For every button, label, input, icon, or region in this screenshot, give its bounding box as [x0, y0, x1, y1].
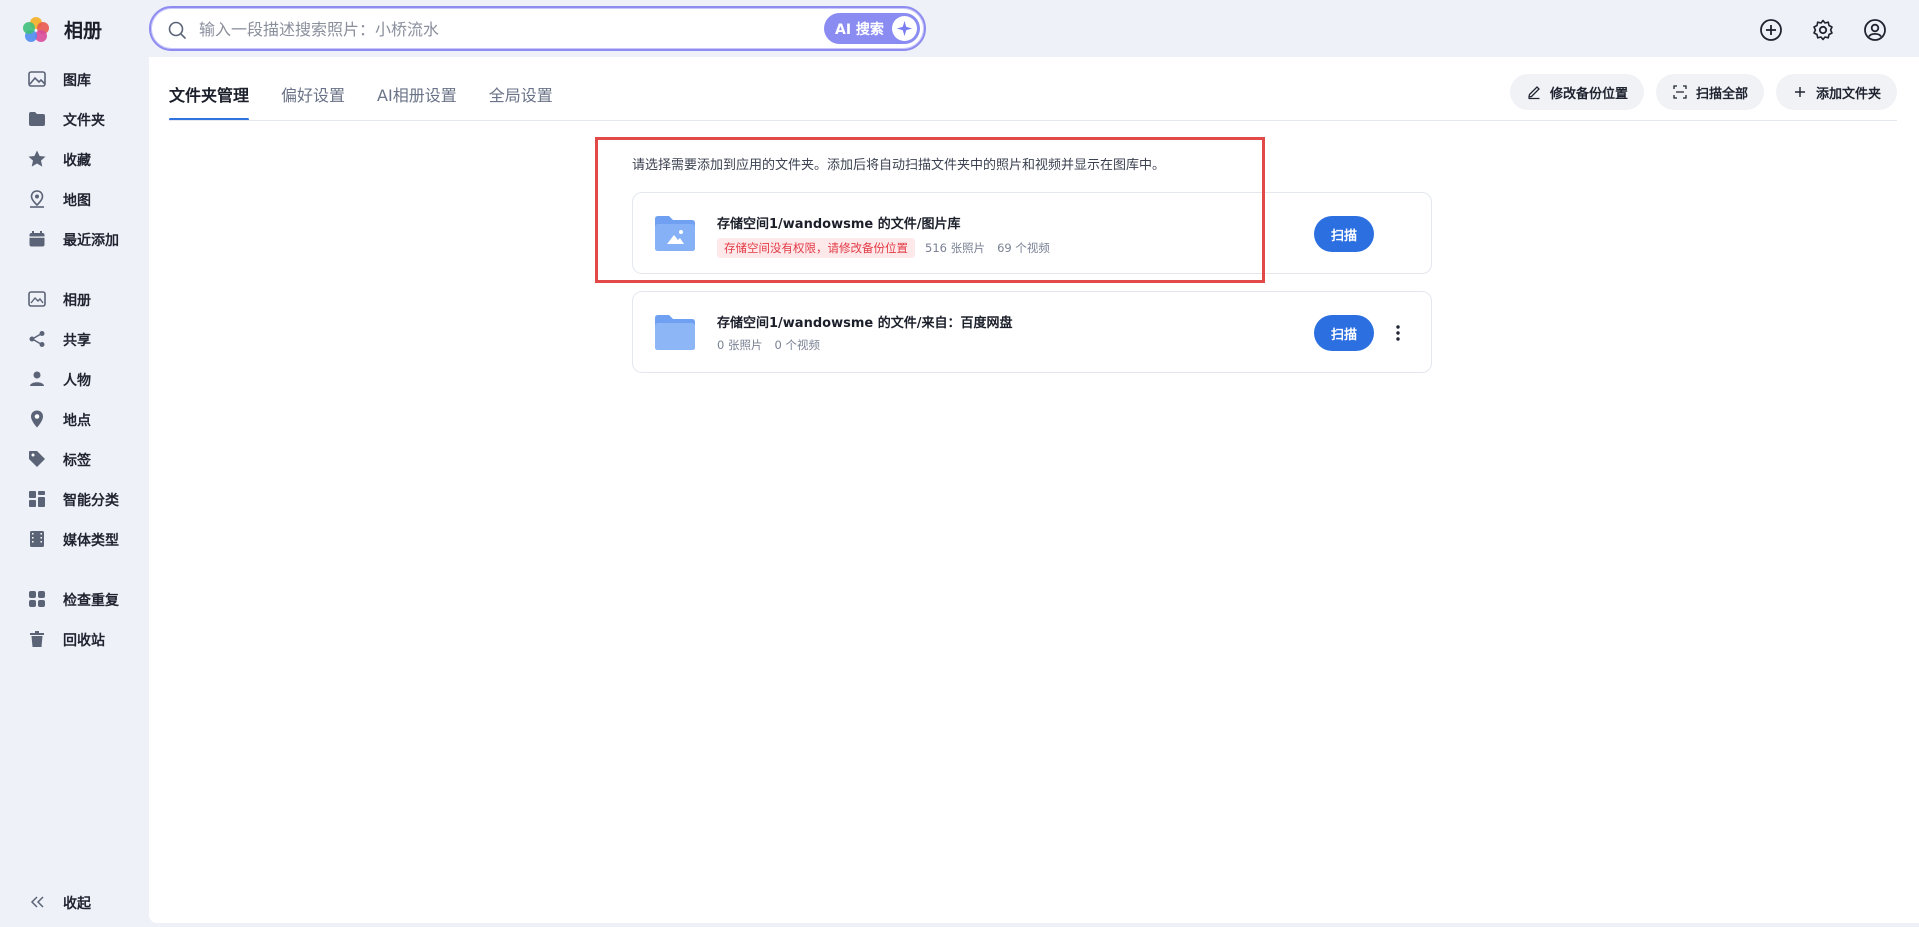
ai-search-label: AI 搜索: [835, 21, 884, 38]
sidebar-item-label: 文件夹: [63, 113, 105, 129]
sidebar-item-media-types[interactable]: 媒体类型: [0, 521, 149, 557]
folder-card: 存储空间1/wandowsme 的文件/图片库 存储空间没有权限，请修改备份位置…: [632, 192, 1432, 274]
trash-icon: [27, 629, 47, 649]
folder-icon: [653, 310, 697, 354]
edit-backup-label: 修改备份位置: [1549, 86, 1628, 102]
add-folder-button[interactable]: 添加文件夹: [1775, 74, 1897, 110]
video-count: 0 个视频: [774, 338, 820, 352]
sidebar-item-label: 图库: [63, 73, 91, 89]
settings-tabs: 文件夹管理 偏好设置 AI相册设置 全局设置: [169, 57, 585, 121]
more-vertical-icon[interactable]: [1385, 320, 1411, 346]
top-bar: 相册 AI 搜索: [0, 0, 1919, 57]
permission-warning-badge: 存储空间没有权限，请修改备份位置: [717, 238, 915, 258]
add-folder-label: 添加文件夹: [1815, 86, 1881, 102]
sidebar-item-label: 回收站: [63, 633, 105, 649]
sidebar-item-albums[interactable]: 相册: [0, 281, 149, 317]
sidebar-item-map[interactable]: 地图: [0, 181, 149, 217]
sidebar-item-label: 地图: [63, 193, 91, 209]
scan-icon: [1672, 84, 1688, 100]
sidebar-item-label: 标签: [63, 453, 91, 469]
star-icon: [27, 149, 47, 169]
folder-path: 存储空间1/wandowsme 的文件/图片库: [717, 217, 961, 232]
scan-button[interactable]: 扫描: [1314, 315, 1374, 351]
sidebar-item-label: 检查重复: [63, 593, 119, 609]
app-logo: [20, 14, 52, 46]
sidebar-item-recent[interactable]: 最近添加: [0, 221, 149, 257]
plus-icon: [1792, 84, 1808, 100]
ai-search-button[interactable]: AI 搜索: [824, 13, 920, 44]
sidebar-item-shared[interactable]: 共享: [0, 321, 149, 357]
sidebar-item-label: 收藏: [63, 153, 91, 169]
photo-count: 0 张照片: [717, 338, 763, 352]
share-icon: [27, 329, 47, 349]
folder-card: 存储空间1/wandowsme 的文件/来自：百度网盘 0 张照片 0 个视频 …: [632, 291, 1432, 373]
tab-global-settings[interactable]: 全局设置: [489, 57, 553, 120]
tag-icon: [27, 449, 47, 469]
sidebar-item-check-duplicates[interactable]: 检查重复: [0, 581, 149, 617]
folder-hint-text: 请选择需要添加到应用的文件夹。添加后将自动扫描文件夹中的照片和视频并显示在图库中…: [632, 158, 1166, 173]
scan-button[interactable]: 扫描: [1314, 216, 1374, 252]
video-count: 69 个视频: [997, 241, 1050, 255]
edit-backup-location-button[interactable]: 修改备份位置: [1509, 74, 1644, 110]
film-icon: [27, 529, 47, 549]
sparkle-icon: [892, 16, 917, 41]
image-icon: [27, 69, 47, 89]
sidebar-item-label: 地点: [63, 413, 91, 429]
duplicate-icon: [27, 589, 47, 609]
location-icon: [27, 409, 47, 429]
sidebar: 图库 文件夹 收藏 地图 最近添加 相册 共享 人物 地点 标签 智能分类 媒体…: [0, 57, 149, 927]
sidebar-item-tags[interactable]: 标签: [0, 441, 149, 477]
folder-path: 存储空间1/wandowsme 的文件/来自：百度网盘: [717, 316, 1013, 331]
sidebar-item-label: 媒体类型: [63, 533, 119, 549]
photo-count: 516 张照片: [925, 241, 986, 255]
sidebar-item-label: 智能分类: [63, 493, 119, 509]
search-icon: [167, 20, 187, 40]
double-chevron-left-icon: [28, 892, 48, 912]
user-circle-icon[interactable]: [1859, 14, 1891, 46]
tab-ai-album-settings[interactable]: AI相册设置: [377, 57, 457, 120]
tab-folder-management[interactable]: 文件夹管理: [169, 57, 250, 121]
map-pin-icon: [27, 189, 47, 209]
sidebar-item-folders[interactable]: 文件夹: [0, 101, 149, 137]
gear-icon[interactable]: [1807, 14, 1839, 46]
main-panel: 文件夹管理 偏好设置 AI相册设置 全局设置 修改备份位置 扫描全部 添加文件夹…: [149, 57, 1919, 923]
person-icon: [27, 369, 47, 389]
sidebar-item-smart-categories[interactable]: 智能分类: [0, 481, 149, 517]
calendar-icon: [27, 229, 47, 249]
pencil-icon: [1526, 84, 1542, 100]
scan-all-label: 扫描全部: [1695, 86, 1748, 102]
app-title: 相册: [64, 20, 103, 42]
add-circle-icon[interactable]: [1755, 14, 1787, 46]
collapse-label: 收起: [63, 896, 91, 912]
sidebar-item-label: 共享: [63, 333, 91, 349]
sidebar-item-label: 人物: [63, 373, 91, 389]
grid-icon: [27, 489, 47, 509]
scan-all-button[interactable]: 扫描全部: [1655, 74, 1764, 110]
sidebar-item-gallery[interactable]: 图库: [0, 61, 149, 97]
sidebar-item-places[interactable]: 地点: [0, 401, 149, 437]
sidebar-item-label: 最近添加: [63, 233, 119, 249]
search-bar[interactable]: AI 搜索: [149, 6, 926, 51]
sidebar-item-label: 相册: [63, 293, 91, 309]
album-icon: [27, 289, 47, 309]
search-input[interactable]: [199, 17, 759, 41]
folder-icon: [27, 109, 47, 129]
collapse-sidebar-button[interactable]: 收起: [0, 884, 149, 920]
photo-folder-icon: [653, 211, 697, 255]
sidebar-item-favorites[interactable]: 收藏: [0, 141, 149, 177]
tab-preferences[interactable]: 偏好设置: [281, 57, 345, 120]
tab-divider: [169, 120, 1897, 121]
sidebar-item-people[interactable]: 人物: [0, 361, 149, 397]
sidebar-item-trash[interactable]: 回收站: [0, 621, 149, 657]
